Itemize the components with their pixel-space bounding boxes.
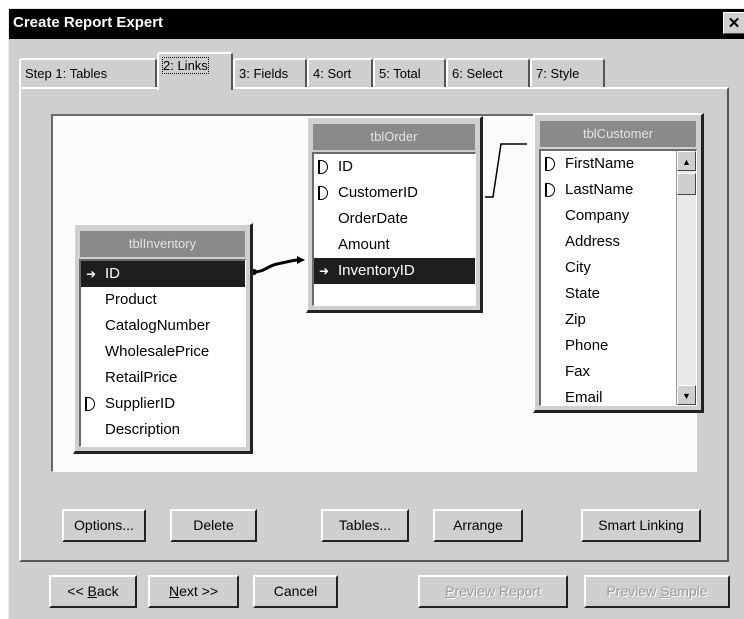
field-city[interactable]: City xyxy=(541,255,696,281)
field-phone[interactable]: Phone xyxy=(541,333,696,359)
link-arrow-icon: ➜ xyxy=(319,264,330,278)
index-key-icon xyxy=(545,157,555,171)
table-order-title[interactable]: tblOrder xyxy=(313,124,475,150)
field-last-name[interactable]: LastName xyxy=(541,177,696,203)
link-inventory-order xyxy=(252,258,300,274)
delete-button[interactable]: Delete xyxy=(170,509,257,542)
field-fax[interactable]: Fax xyxy=(541,359,696,385)
field-inventory-id-link[interactable]: ➜ InventoryID xyxy=(314,258,475,284)
table-inventory-fields[interactable]: ➜ ID Product CatalogNumber WholesalePrice… xyxy=(79,259,246,447)
table-order-fields[interactable]: ID CustomerID OrderDate Amount ➜ Inventor… xyxy=(312,152,476,306)
index-key-icon xyxy=(318,160,328,174)
links-tab-page: tblInventory ➜ ID Product CatalogNumber W… xyxy=(19,87,729,562)
window-title: Create Report Expert xyxy=(13,14,164,31)
options-button[interactable]: Options... xyxy=(62,509,146,542)
field-order-date[interactable]: OrderDate xyxy=(314,206,475,232)
tables-button[interactable]: Tables... xyxy=(321,509,409,542)
title-bar[interactable]: Create Report Expert ✕ xyxy=(9,9,744,39)
table-customer-fields[interactable]: FirstName LastName Company Address City … xyxy=(539,149,697,406)
links-canvas[interactable]: tblInventory ➜ ID Product CatalogNumber W… xyxy=(51,113,704,472)
field-supplier-id[interactable]: SupplierID xyxy=(81,391,245,417)
arrange-button[interactable]: Arrange xyxy=(433,509,523,542)
field-company[interactable]: Company xyxy=(541,203,696,229)
smart-linking-button[interactable]: Smart Linking xyxy=(581,509,701,542)
table-customer[interactable]: tblCustomer FirstName LastName Company A… xyxy=(533,113,704,413)
table-inventory-title[interactable]: tblInventory xyxy=(80,231,245,257)
field-email[interactable]: Email xyxy=(541,385,696,405)
field-first-name[interactable]: FirstName xyxy=(541,151,696,177)
cancel-button[interactable]: Cancel xyxy=(253,575,338,608)
index-key-icon xyxy=(85,397,95,411)
back-button[interactable]: << Back xyxy=(49,575,137,608)
preview-sample-button[interactable]: Preview Sample xyxy=(584,575,730,608)
link-arrowhead xyxy=(297,256,305,264)
tab-fields[interactable]: 3: Fields xyxy=(233,58,307,88)
table-inventory[interactable]: tblInventory ➜ ID Product CatalogNumber W… xyxy=(73,223,253,454)
tab-style[interactable]: 7: Style xyxy=(530,58,605,88)
create-report-expert-dialog: Create Report Expert ✕ Step 1: Tables 2:… xyxy=(8,8,744,619)
close-icon[interactable]: ✕ xyxy=(723,12,744,34)
link-arrow-icon: ➜ xyxy=(86,267,97,281)
tab-total[interactable]: 5: Total xyxy=(373,58,446,88)
field-wholesale-price[interactable]: WholesalePrice xyxy=(81,339,245,365)
scroll-up-icon[interactable]: ▲ xyxy=(677,151,696,171)
index-key-icon xyxy=(318,186,328,200)
preview-report-button[interactable]: Preview Report xyxy=(418,575,568,608)
table-order[interactable]: tblOrder ID CustomerID OrderDate Amount … xyxy=(306,116,483,313)
field-state[interactable]: State xyxy=(541,281,696,307)
index-key-icon xyxy=(545,183,555,197)
field-catalog-number[interactable]: CatalogNumber xyxy=(81,313,245,339)
tab-select[interactable]: 6: Select xyxy=(446,58,530,88)
tab-tables[interactable]: Step 1: Tables xyxy=(19,58,157,88)
tab-links[interactable]: 2: Links xyxy=(157,52,233,90)
next-button[interactable]: Next >> xyxy=(148,575,239,608)
field-product[interactable]: Product xyxy=(81,287,245,313)
customer-scrollbar[interactable]: ▲ ▼ xyxy=(676,151,696,405)
tab-sort[interactable]: 4: Sort xyxy=(307,58,373,88)
link-order-customer xyxy=(485,143,527,198)
field-amount[interactable]: Amount xyxy=(314,232,475,258)
field-order-id[interactable]: ID xyxy=(314,154,475,180)
field-zip[interactable]: Zip xyxy=(541,307,696,333)
field-address[interactable]: Address xyxy=(541,229,696,255)
field-retail-price[interactable]: RetailPrice xyxy=(81,365,245,391)
scroll-down-icon[interactable]: ▼ xyxy=(677,385,696,405)
table-customer-title[interactable]: tblCustomer xyxy=(540,121,696,147)
field-inventory-id[interactable]: ➜ ID xyxy=(81,261,245,287)
field-description[interactable]: Description xyxy=(81,417,245,443)
scroll-thumb[interactable] xyxy=(677,173,696,195)
field-customer-id[interactable]: CustomerID xyxy=(314,180,475,206)
